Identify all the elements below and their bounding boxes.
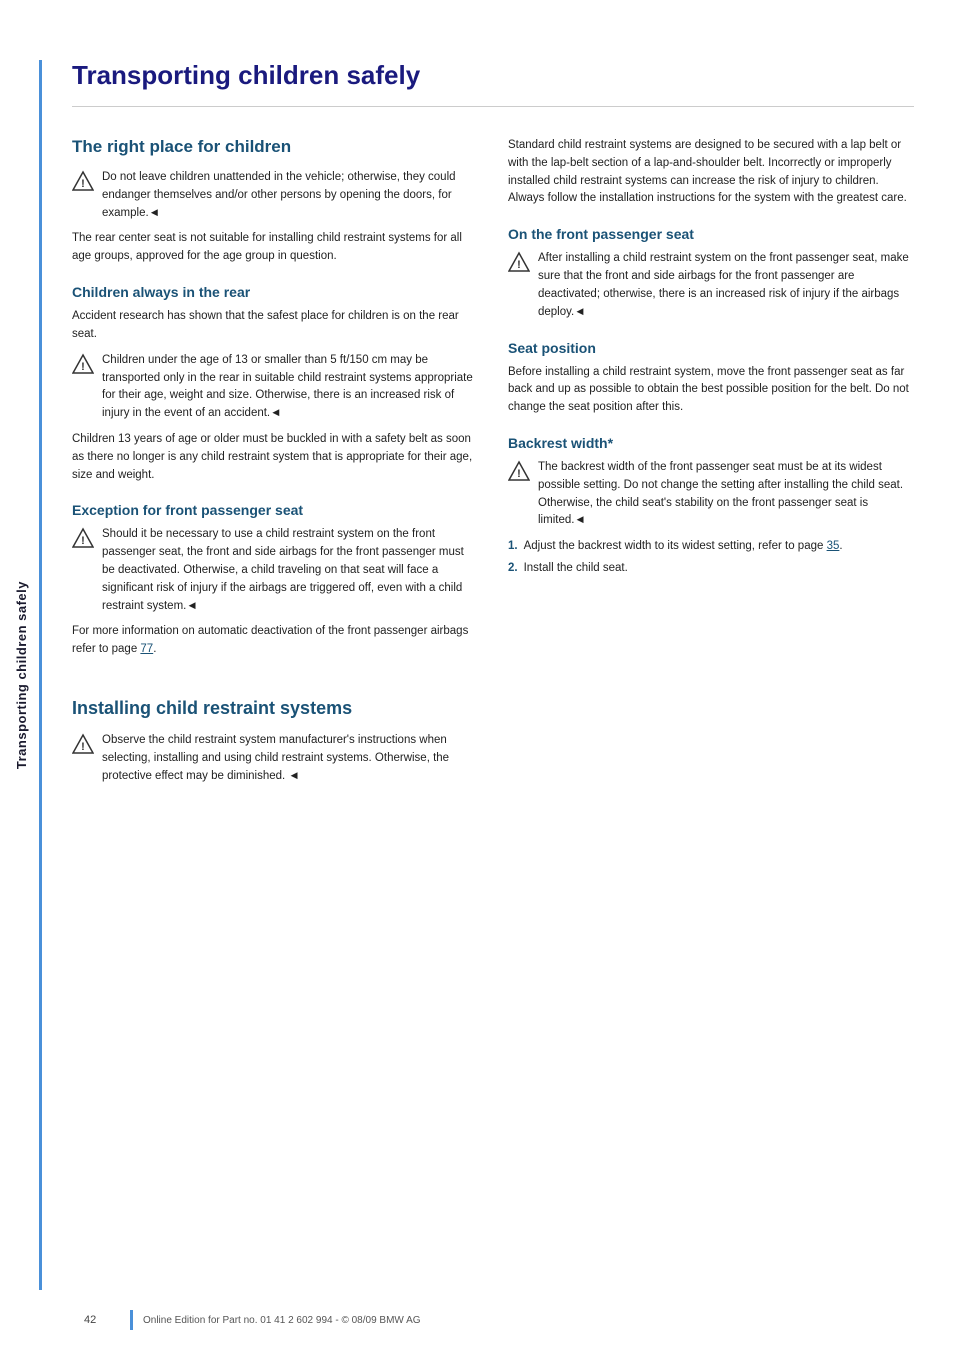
svg-text:!: ! [517, 468, 521, 480]
list-item-2-text: Install the child seat. [524, 560, 628, 578]
section-heading-seat-position: Seat position [508, 340, 914, 356]
two-col-layout: The right place for children ! Do not le… [72, 137, 914, 794]
page-title: Transporting children safely [72, 60, 914, 107]
svg-text:!: ! [81, 535, 85, 547]
warning-icon-2: ! [72, 353, 94, 375]
warning-block-2: ! Children under the age of 13 or smalle… [72, 352, 478, 423]
list-number-2: 2. [508, 560, 518, 578]
numbered-list: 1. Adjust the backrest width to its wide… [508, 538, 914, 578]
warning-text-2: Children under the age of 13 or smaller … [102, 352, 478, 423]
warning-block-right-1: ! After installing a child restraint sys… [508, 250, 914, 321]
installing-heading: Installing child restraint systems [72, 697, 478, 720]
warning-icon-right-1: ! [508, 251, 530, 273]
svg-text:!: ! [81, 178, 85, 190]
footer-note: Online Edition for Part no. 01 41 2 602 … [143, 1315, 421, 1326]
right-column: Standard child restraint systems are des… [508, 137, 914, 794]
footer: 42 Online Edition for Part no. 01 41 2 6… [42, 1310, 954, 1330]
list-item-2: 2. Install the child seat. [508, 560, 914, 578]
warning-block-1: ! Do not leave children unattended in th… [72, 169, 478, 222]
left-para-1: The rear center seat is not suitable for… [72, 230, 478, 266]
link-page-35[interactable]: 35 [827, 540, 840, 552]
list-number-1: 1. [508, 538, 518, 556]
section-heading-exception: Exception for front passenger seat [72, 502, 478, 518]
warning-icon-right-2: ! [508, 460, 530, 482]
warning-icon-4: ! [72, 733, 94, 755]
section-heading-backrest: Backrest width* [508, 435, 914, 451]
warning-text-1: Do not leave children unattended in the … [102, 169, 478, 222]
section-heading-right-place: The right place for children [72, 137, 478, 157]
svg-text:!: ! [81, 361, 85, 373]
warning-icon-3: ! [72, 527, 94, 549]
right-para-1: Standard child restraint systems are des… [508, 137, 914, 208]
sidebar-label: Transporting children safely [14, 581, 29, 769]
page-container: Transporting children safely Transportin… [0, 0, 954, 1350]
footer-page-number: 42 [84, 1314, 114, 1326]
warning-text-4: Observe the child restraint system manuf… [102, 732, 478, 785]
warning-block-4: ! Observe the child restraint system man… [72, 732, 478, 785]
warning-block-3: ! Should it be necessary to use a child … [72, 526, 478, 615]
list-item-1-text: Adjust the backrest width to its widest … [524, 538, 843, 556]
left-para-2: Accident research has shown that the saf… [72, 308, 478, 344]
footer-line [130, 1310, 133, 1330]
warning-text-right-1: After installing a child restraint syste… [538, 250, 914, 321]
left-para-4: For more information on automatic deacti… [72, 623, 478, 659]
warning-icon-1: ! [72, 170, 94, 192]
warning-block-right-2: ! The backrest width of the front passen… [508, 459, 914, 530]
list-item-1: 1. Adjust the backrest width to its wide… [508, 538, 914, 556]
right-para-2: Before installing a child restraint syst… [508, 364, 914, 417]
sidebar: Transporting children safely [0, 0, 42, 1350]
warning-text-right-2: The backrest width of the front passenge… [538, 459, 914, 530]
svg-text:!: ! [517, 259, 521, 271]
svg-text:!: ! [81, 741, 85, 753]
link-page-77[interactable]: 77 [140, 643, 153, 655]
left-column: The right place for children ! Do not le… [72, 137, 478, 794]
left-para-3: Children 13 years of age or older must b… [72, 431, 478, 484]
main-content: Transporting children safely The right p… [42, 0, 954, 1350]
warning-text-3: Should it be necessary to use a child re… [102, 526, 478, 615]
section-heading-children-rear: Children always in the rear [72, 284, 478, 300]
installing-section: Installing child restraint systems ! Obs… [72, 687, 478, 786]
section-heading-front-seat: On the front passenger seat [508, 226, 914, 242]
